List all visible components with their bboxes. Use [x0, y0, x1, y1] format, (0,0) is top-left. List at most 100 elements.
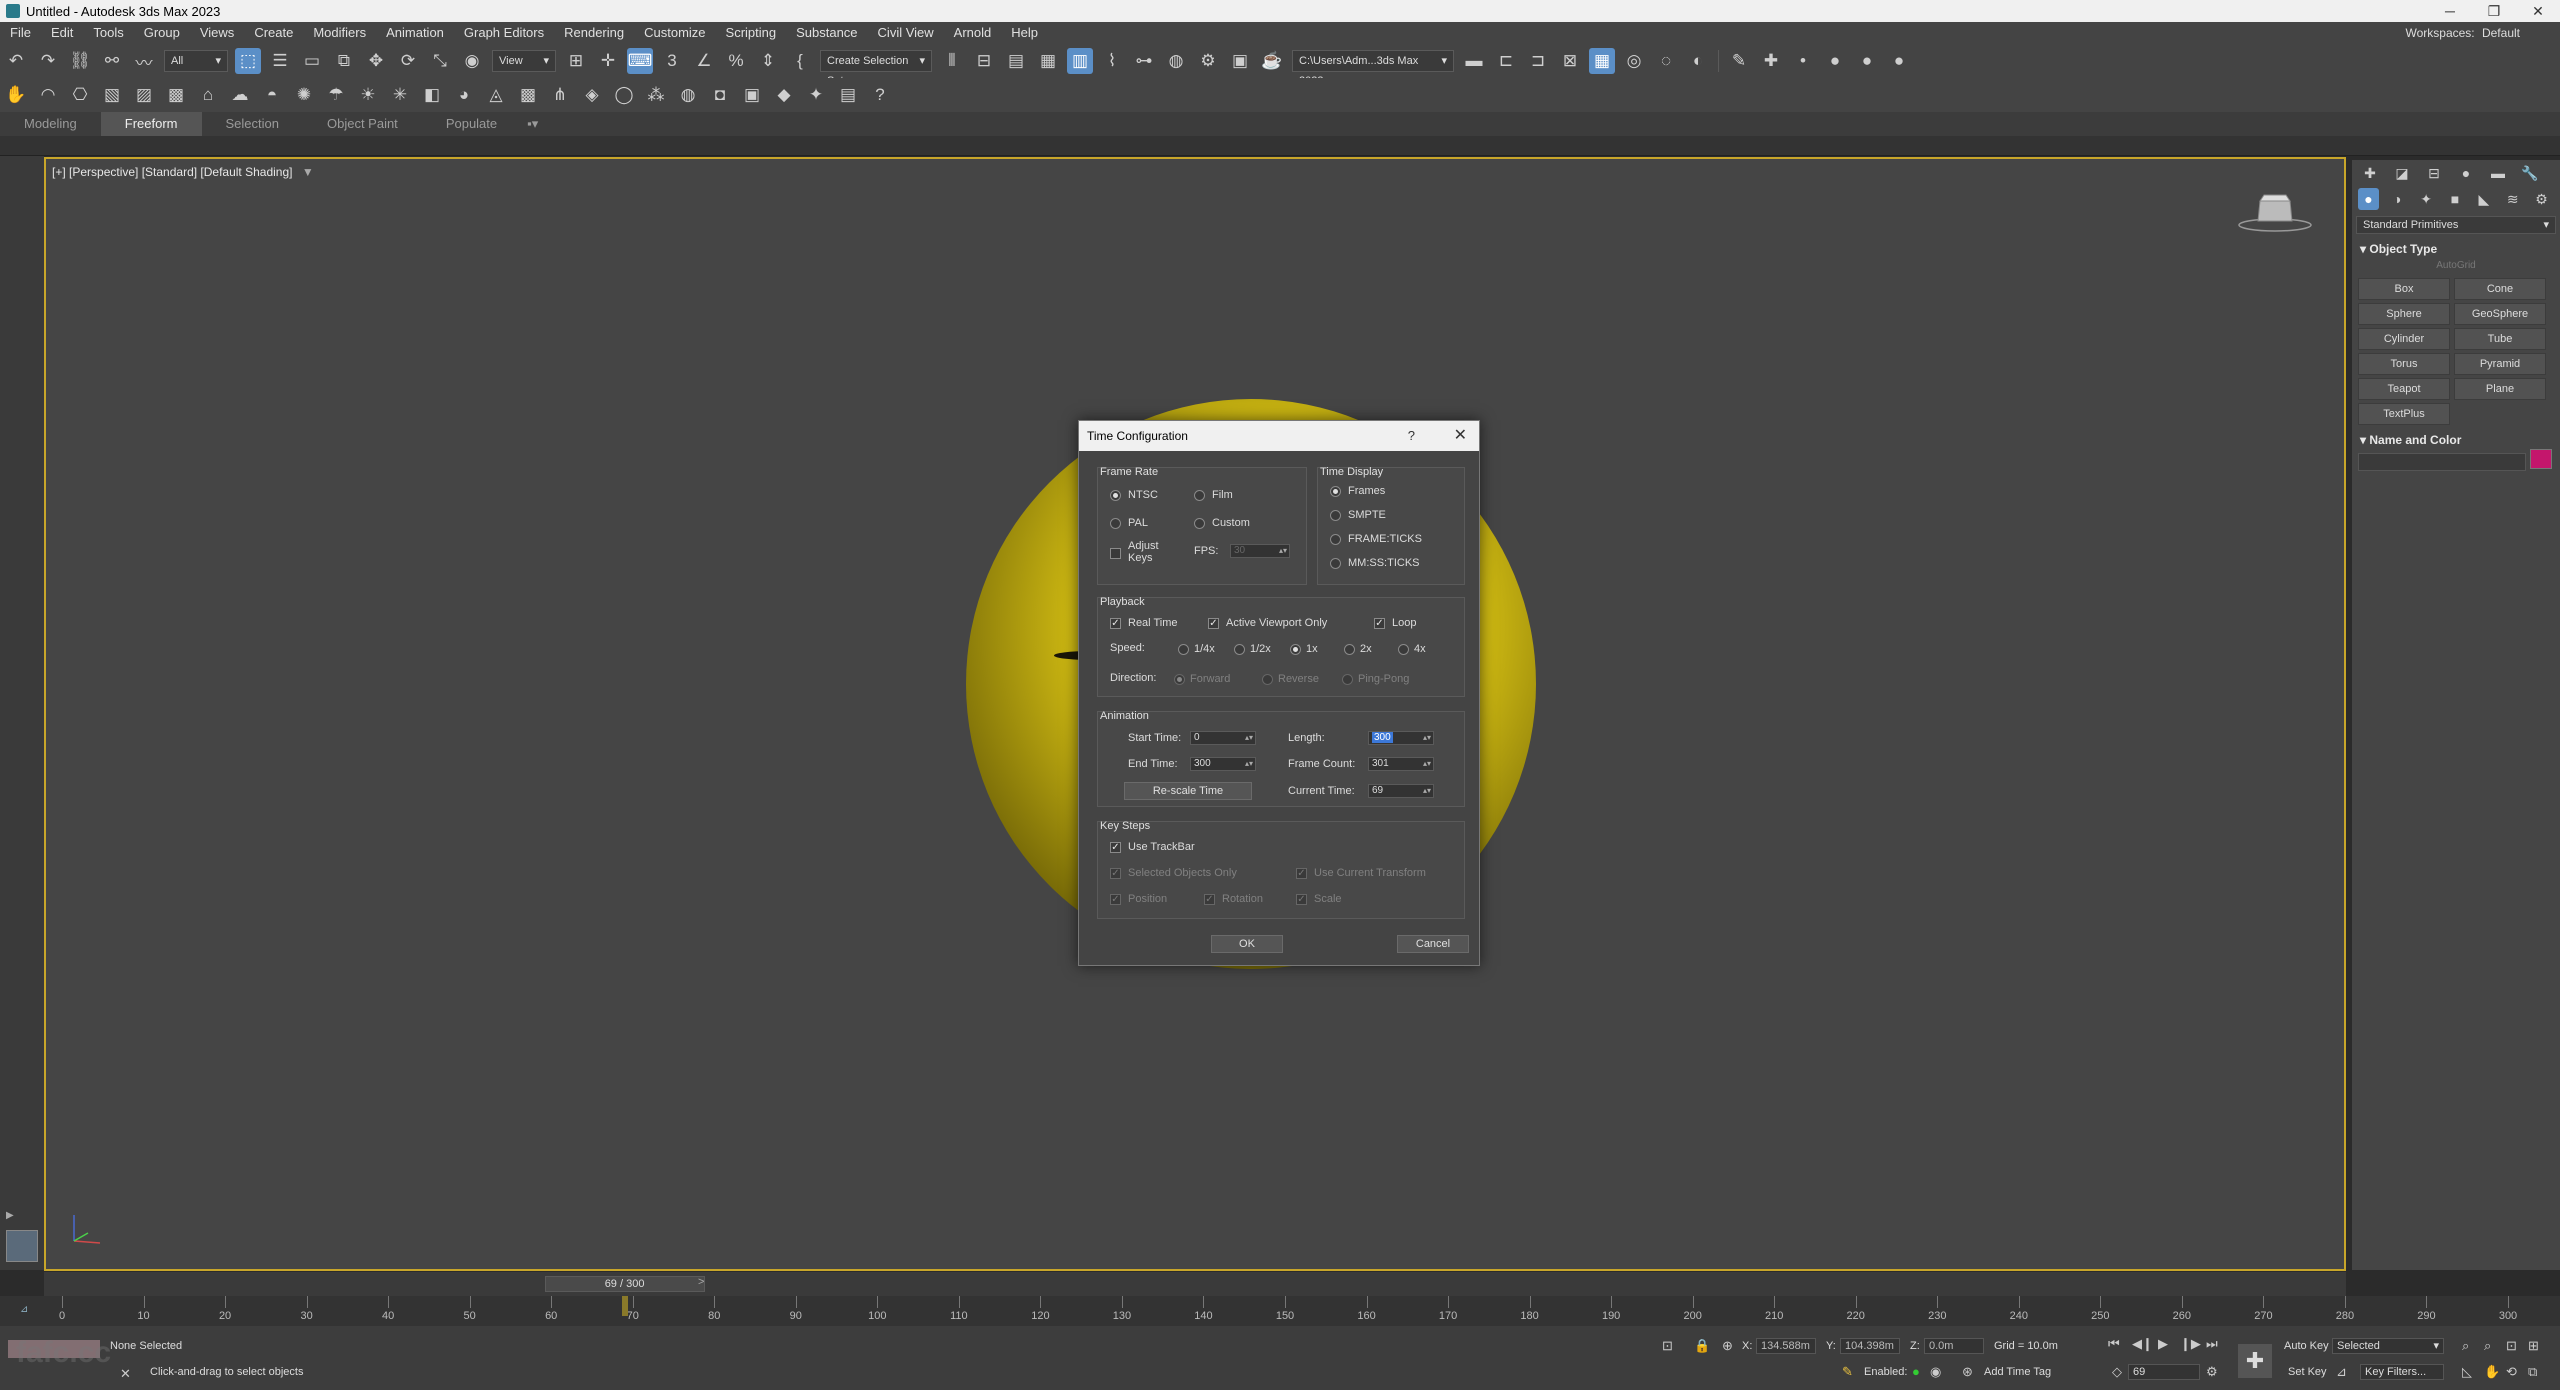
- speed-1x-radio[interactable]: [1290, 644, 1301, 655]
- display-tab-icon[interactable]: ▬: [2486, 162, 2510, 184]
- field-of-view-icon[interactable]: ◺: [2462, 1364, 2472, 1380]
- speed-2x-radio[interactable]: [1344, 644, 1355, 655]
- reverse-radio[interactable]: [1262, 674, 1273, 685]
- use-trackbar-checkbox[interactable]: ✓: [1110, 842, 1121, 853]
- filter-icon[interactable]: ▼: [302, 165, 314, 179]
- hand-icon[interactable]: ✋: [3, 82, 29, 108]
- skydome-icon[interactable]: ◕: [451, 82, 477, 108]
- menu-file[interactable]: File: [0, 22, 41, 44]
- mirror-icon[interactable]: ⫴: [939, 48, 965, 74]
- cameras-icon[interactable]: ■: [2445, 188, 2466, 210]
- track-bar-menu-icon[interactable]: ⊿: [20, 1304, 28, 1315]
- maximize-button[interactable]: ❐: [2472, 0, 2516, 22]
- medium-sphere-icon[interactable]: ●: [1854, 48, 1880, 74]
- viewport-label[interactable]: [+] [Perspective] [Standard] [Default Sh…: [52, 165, 314, 179]
- film-icon[interactable]: ▩: [163, 82, 189, 108]
- space-warps-icon[interactable]: ≋: [2502, 188, 2523, 210]
- percent-snap-icon[interactable]: %: [723, 48, 749, 74]
- volume-icon[interactable]: ▩: [515, 82, 541, 108]
- motion-tab-icon[interactable]: ●: [2454, 162, 2478, 184]
- tab-selection[interactable]: Selection: [202, 112, 303, 136]
- angle-snap-icon[interactable]: ∠: [691, 48, 717, 74]
- scale-checkbox[interactable]: ✓: [1296, 894, 1307, 905]
- dark-sphere-icon[interactable]: ●: [1886, 48, 1912, 74]
- arnold-ipr-icon[interactable]: ◌: [1653, 48, 1679, 74]
- menu-edit[interactable]: Edit: [41, 22, 83, 44]
- adjust-keys-checkbox[interactable]: [1110, 548, 1121, 559]
- box-primitive-icon[interactable]: ▧: [99, 82, 125, 108]
- ntsc-radio[interactable]: [1110, 490, 1121, 501]
- menu-graph-editors[interactable]: Graph Editors: [454, 22, 554, 44]
- textplus-button[interactable]: TextPlus: [2358, 403, 2450, 425]
- previous-frame-icon[interactable]: ◀❙: [2132, 1336, 2153, 1352]
- play-icon[interactable]: ▶: [2158, 1336, 2168, 1352]
- lock-selection-icon[interactable]: 🔒: [1694, 1338, 1710, 1354]
- key-filter-icon[interactable]: ⊿: [2336, 1364, 2347, 1380]
- keyboard-shortcut-override-icon[interactable]: ⌨: [627, 48, 653, 74]
- use-current-transform-checkbox[interactable]: ✓: [1296, 868, 1307, 879]
- smpte-radio[interactable]: [1330, 510, 1341, 521]
- frame-count-spinner[interactable]: 301 ▴▾: [1368, 757, 1434, 771]
- transform-mode-icon[interactable]: ⊕: [1722, 1338, 1733, 1354]
- key-mode-toggle-icon[interactable]: ◇: [2112, 1364, 2122, 1380]
- y-coordinate-field[interactable]: 104.398m: [1840, 1338, 1900, 1354]
- dialog-help-button[interactable]: ?: [1408, 421, 1415, 451]
- named-selection-dropdown[interactable]: Create Selection Set▾: [820, 50, 932, 87]
- box-button[interactable]: Box: [2358, 278, 2450, 300]
- menu-civil-view[interactable]: Civil View: [868, 22, 944, 44]
- plane-button[interactable]: Plane: [2454, 378, 2546, 400]
- log-icon[interactable]: ▤: [835, 82, 861, 108]
- frames-radio[interactable]: [1330, 486, 1341, 497]
- cone-button[interactable]: Cone: [2454, 278, 2546, 300]
- utilities-tab-icon[interactable]: 🔧: [2518, 162, 2542, 184]
- active-viewport-only-checkbox[interactable]: ✓: [1208, 618, 1219, 629]
- shapes-icon[interactable]: ◑: [2387, 188, 2408, 210]
- texture-icon[interactable]: ▣: [739, 82, 765, 108]
- schematic-view-icon[interactable]: ⊶: [1131, 48, 1157, 74]
- open-project-icon[interactable]: ⊏: [1493, 48, 1519, 74]
- isolate-selection-icon[interactable]: ⊡: [1662, 1338, 1673, 1354]
- undo-icon[interactable]: ↶: [3, 48, 29, 74]
- grid-plane-icon[interactable]: ◬: [483, 82, 509, 108]
- viewport-layout-icon[interactable]: ▦: [1589, 48, 1615, 74]
- torus-button[interactable]: Torus: [2358, 353, 2450, 375]
- end-time-spinner[interactable]: 300 ▴▾: [1190, 757, 1256, 771]
- key-filters-button[interactable]: Key Filters...: [2360, 1364, 2444, 1380]
- project-folder-dropdown[interactable]: C:\Users\Adm...3ds Max 2023▾: [1292, 50, 1454, 87]
- hair-icon[interactable]: ⋔: [547, 82, 573, 108]
- material-editor-icon[interactable]: ◍: [1163, 48, 1189, 74]
- helpers-icon[interactable]: ◣: [2473, 188, 2494, 210]
- material-ball-icon[interactable]: ◍: [675, 82, 701, 108]
- name-and-color-rollout[interactable]: ▾ Name and Color: [2356, 431, 2556, 469]
- object-color-swatch[interactable]: [2530, 449, 2552, 469]
- track-bar[interactable]: ⊿ 0 10 20 30 40 50 60 70 80 90 100 110 120 130 140 150 1…: [0, 1296, 2560, 1326]
- selected-objects-only-checkbox[interactable]: ✓: [1110, 868, 1121, 879]
- custom-radio[interactable]: [1194, 518, 1205, 529]
- forward-radio[interactable]: [1174, 674, 1185, 685]
- film-radio[interactable]: [1194, 490, 1205, 501]
- material-map-icon[interactable]: ◘: [707, 82, 733, 108]
- viewcube-icon[interactable]: [2236, 189, 2314, 233]
- cancel-button[interactable]: Cancel: [1397, 935, 1469, 953]
- speed-half-radio[interactable]: [1234, 644, 1245, 655]
- curve-editor-icon[interactable]: ⌇: [1099, 48, 1125, 74]
- recent-projects-icon[interactable]: ⊠: [1557, 48, 1583, 74]
- menu-animation[interactable]: Animation: [376, 22, 454, 44]
- mmss-ticks-radio[interactable]: [1330, 558, 1341, 569]
- material-grid-icon[interactable]: ⁂: [643, 82, 669, 108]
- autogrid-checkbox[interactable]: AutoGrid: [2352, 258, 2560, 274]
- move-icon[interactable]: ✥: [363, 48, 389, 74]
- adaptive-degradation-icon[interactable]: ✎: [1842, 1364, 1853, 1380]
- geosphere-button[interactable]: GeoSphere: [2454, 303, 2546, 325]
- auto-key-button[interactable]: Auto Key: [2284, 1340, 2329, 1352]
- link-icon[interactable]: ⛓: [67, 48, 93, 74]
- layer-explorer-icon[interactable]: ▦: [1035, 48, 1061, 74]
- menu-views[interactable]: Views: [190, 22, 244, 44]
- rotation-checkbox[interactable]: ✓: [1204, 894, 1215, 905]
- start-time-spinner[interactable]: 0 ▴▾: [1190, 731, 1256, 745]
- rescale-time-button[interactable]: Re-scale Time: [1124, 782, 1252, 800]
- ping-pong-radio[interactable]: [1342, 674, 1353, 685]
- real-time-checkbox[interactable]: ✓: [1110, 618, 1121, 629]
- light-sphere-icon[interactable]: ●: [1822, 48, 1848, 74]
- unlink-icon[interactable]: ⚯: [99, 48, 125, 74]
